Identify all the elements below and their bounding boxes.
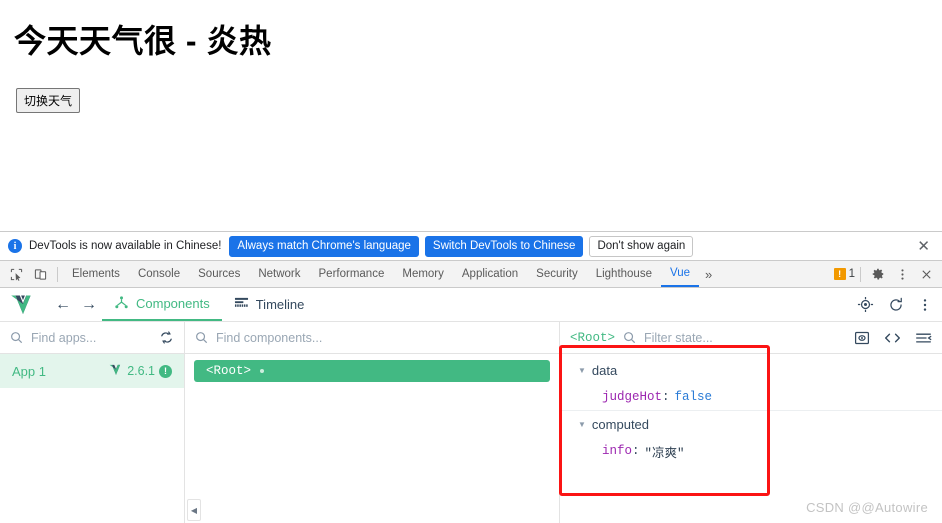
toggle-weather-button[interactable]: 切换天气 [16,88,81,114]
always-match-language-button[interactable]: Always match Chrome's language [229,235,419,257]
warning-icon: ! [833,268,846,280]
state-value: false [674,390,713,404]
tab-elements[interactable]: Elements [63,261,129,287]
state-row-judgehot[interactable]: judgeHot : false [560,384,942,410]
page-title: 今天天气很 - 炎热 [14,23,272,59]
forward-button[interactable]: → [76,293,102,317]
tab-timeline[interactable]: Timeline [222,288,317,321]
state-value: "凉爽" [644,446,685,461]
state-key: judgeHot [602,390,663,404]
tabs-overflow-icon[interactable]: » [699,267,718,282]
app-status-badge: ! [159,364,172,378]
vue-toolbar-actions [857,296,932,313]
state-group-data[interactable]: ▼ data [560,356,942,384]
component-tree: <Root> [185,354,559,523]
find-components-input[interactable]: Find components... [216,331,322,345]
search-icon [623,331,636,344]
chevron-down-icon: ▼ [578,420,586,429]
inspect-element-icon[interactable] [4,263,28,285]
kebab-menu-icon[interactable] [890,263,914,285]
devtools-tab-strip: Elements Console Sources Network Perform… [0,261,942,288]
tab-sources[interactable]: Sources [189,261,249,287]
tab-lighthouse[interactable]: Lighthouse [587,261,661,287]
tree-node-label: <Root> [206,364,252,378]
state-colon: : [632,444,640,458]
refresh-apps-icon[interactable] [159,330,174,345]
tab-application[interactable]: Application [453,261,527,287]
inspector-actions [854,330,932,346]
apps-pane: Find apps... App 1 2.6.1 ! [0,322,185,523]
filter-state-input[interactable]: Filter state... [644,331,713,345]
tree-node-root[interactable]: <Root> [194,360,550,382]
state-group-label: computed [591,417,650,432]
apps-search-bar[interactable]: Find apps... [0,322,184,354]
info-icon: i [8,239,22,253]
search-icon [10,331,23,344]
components-tree-icon [114,295,129,313]
vue-logo-icon [109,364,123,379]
chevron-down-icon: ▼ [578,365,586,375]
tab-components[interactable]: Components [102,288,222,321]
kebab-menu-icon[interactable] [918,298,932,312]
vue-devtools-body: Find apps... App 1 2.6.1 ! Find componen… [0,322,942,523]
vue-devtools-toolbar: ← → Components Timeline [0,288,942,322]
close-icon[interactable]: ✕ [913,239,934,254]
switch-devtools-chinese-button[interactable]: Switch DevTools to Chinese [424,235,584,257]
back-button[interactable]: ← [50,293,76,317]
search-icon [195,331,208,344]
components-search-bar[interactable]: Find components... [185,322,559,354]
inspector-header: <Root> Filter state... [560,322,942,354]
node-render-dot-icon [260,369,265,373]
state-group-computed[interactable]: ▼ computed [560,410,942,438]
warning-count: 1 [848,268,855,280]
watermark: CSDN @@Autowire [806,500,928,515]
state-row-info[interactable]: info : "凉爽" [560,438,942,464]
tab-security[interactable]: Security [527,261,587,287]
select-component-icon[interactable] [857,296,874,313]
toolbar-divider-2 [860,266,861,282]
devtools-toolbar-right: ! 1 [830,263,938,285]
state-list: ▼ data judgeHot : false ▼ computed info … [560,354,942,523]
devtools-notification-bar: i DevTools is now available in Chinese! … [0,231,942,261]
gear-icon[interactable] [866,263,890,285]
timeline-icon [234,296,249,313]
tab-performance[interactable]: Performance [310,261,394,287]
find-apps-input[interactable]: Find apps... [31,331,96,345]
tab-network[interactable]: Network [249,261,309,287]
open-in-editor-icon[interactable] [884,331,901,345]
app-version-group: 2.6.1 ! [109,364,172,379]
refresh-icon[interactable] [888,297,904,313]
inspector-pane: <Root> Filter state... ▼ data judgeHot:… [560,322,942,523]
tab-components-label: Components [136,296,210,311]
tab-console[interactable]: Console [129,261,189,287]
tab-vue[interactable]: Vue [660,261,700,287]
dont-show-again-button[interactable]: Don't show again [589,235,694,257]
toolbar-divider [57,266,58,282]
app-name: App 1 [12,363,46,379]
state-colon: : [662,390,670,404]
components-pane: Find components... <Root> ◀ [185,322,560,523]
state-key: info [602,444,633,458]
vue-logo-icon [10,294,36,316]
tab-memory[interactable]: Memory [393,261,453,287]
close-icon[interactable] [914,263,938,285]
app-list-item[interactable]: App 1 2.6.1 ! [0,354,184,388]
device-toolbar-icon[interactable] [28,263,52,285]
state-group-label: data [591,362,618,378]
tab-timeline-label: Timeline [255,297,305,312]
pane-collapse-handle[interactable]: ◀ [187,499,201,521]
web-page-viewport: 今天天气很 - 炎热 切换天气 [0,0,942,231]
inspector-root-label: <Root> [570,330,616,345]
notification-message: DevTools is now available in Chinese! [29,240,222,252]
app-version-label: 2.6.1 [127,364,155,378]
inspect-dom-icon[interactable] [854,330,870,346]
collapse-all-icon[interactable] [915,331,932,345]
warning-badge[interactable]: ! 1 [833,268,855,280]
